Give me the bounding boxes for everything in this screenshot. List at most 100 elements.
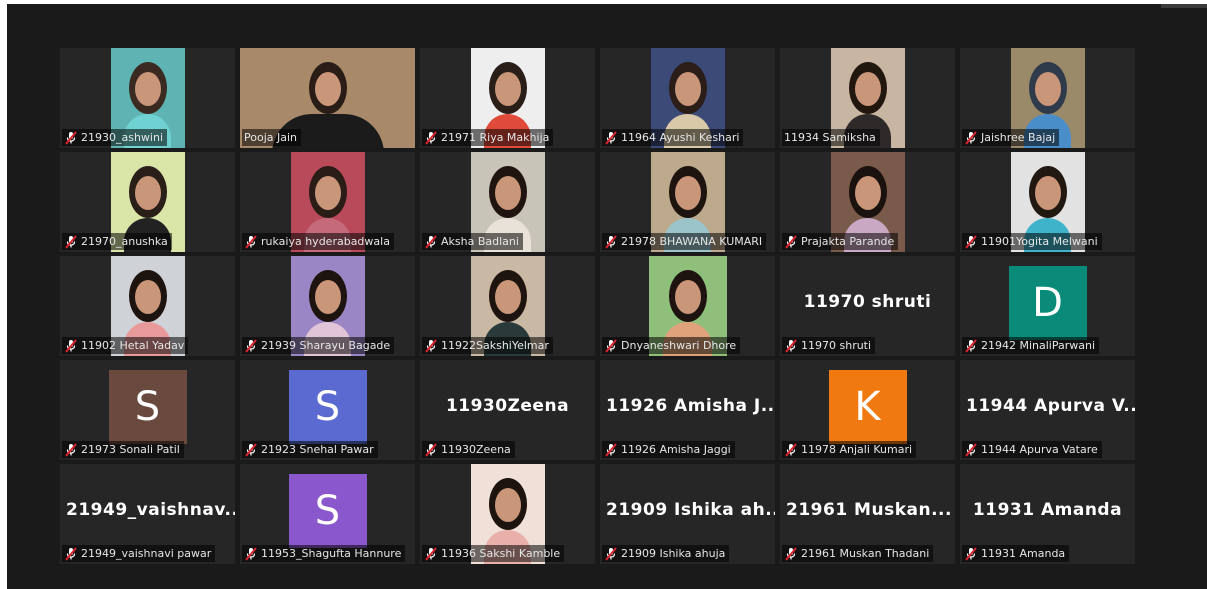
participant-name-text: 11953_Shagufta Hannure — [261, 547, 402, 560]
participant-tile[interactable]: Prajakta Parande — [780, 152, 955, 252]
participant-tile[interactable]: 11936 Sakshi Kamble — [420, 464, 595, 564]
muted-mic-icon — [785, 546, 797, 561]
participant-tile[interactable]: K 11978 Anjali Kumari — [780, 360, 955, 460]
participant-display-name: 11970 shruti — [803, 292, 932, 312]
avatar-initial: D — [1008, 266, 1087, 340]
participant-tile[interactable]: 21970_anushka — [60, 152, 235, 252]
participant-name-label: 11944 Apurva Vatare — [962, 441, 1102, 458]
muted-mic-icon — [965, 234, 977, 249]
participant-name-label: 21971 Riya Makhija — [422, 129, 554, 146]
participant-name-text: Pooja Jain — [244, 131, 298, 144]
participant-tile[interactable]: 11922SakshiYelmar — [420, 256, 595, 356]
participant-name-text: 11934 Samiksha — [784, 131, 876, 144]
participant-tile[interactable]: 11930Zeena 11930Zeena — [420, 360, 595, 460]
participant-tile[interactable]: 21909 Ishika ah... 21909 Ishika ahuja — [600, 464, 775, 564]
participant-tile[interactable]: rukaiya hyderabadwala — [240, 152, 415, 252]
muted-mic-icon — [425, 338, 437, 353]
participant-tile[interactable]: 11944 Apurva V... 11944 Apurva Vatare — [960, 360, 1135, 460]
muted-mic-icon — [785, 338, 797, 353]
gallery-view-grid: 21930_ashwini Pooja Jain 21971 Riya Makhij… — [60, 48, 1135, 564]
participant-tile[interactable]: 21930_ashwini — [60, 48, 235, 148]
muted-mic-icon — [965, 546, 977, 561]
participant-name-label: Aksha Badlani — [422, 233, 523, 250]
participant-tile[interactable]: 11901Yogita Melwani — [960, 152, 1135, 252]
participant-tile[interactable]: 21939 Sharayu Bagade — [240, 256, 415, 356]
muted-mic-icon — [425, 130, 437, 145]
participant-name-label: 11930Zeena — [422, 441, 515, 458]
participant-tile[interactable]: 11934 Samiksha — [780, 48, 955, 148]
participant-tile[interactable]: 21971 Riya Makhija — [420, 48, 595, 148]
participant-tile[interactable]: D 21942 MinaliParwani — [960, 256, 1135, 356]
participant-name-label: 11902 Hetal Yadav — [62, 337, 189, 354]
participant-display-name: 21961 Muskan... — [786, 500, 952, 520]
participant-name-label: 11922SakshiYelmar — [422, 337, 553, 354]
participant-name-text: 21973 Sonali Patil — [81, 443, 180, 456]
participant-tile[interactable]: 11902 Hetal Yadav — [60, 256, 235, 356]
muted-mic-icon — [965, 338, 977, 353]
avatar-initial: S — [288, 474, 367, 548]
participant-name-text: Dnyaneshwari Dhore — [621, 339, 737, 352]
muted-mic-icon — [605, 546, 617, 561]
participant-name-text: 21923 Snehal Pawar — [261, 443, 374, 456]
participant-name-label: 11936 Sakshi Kamble — [422, 545, 565, 562]
muted-mic-icon — [245, 234, 257, 249]
participant-tile[interactable]: Jaishree Bajaj — [960, 48, 1135, 148]
participant-name-label: 11934 Samiksha — [782, 129, 880, 146]
participant-name-text: 21939 Sharayu Bagade — [261, 339, 391, 352]
participant-tile[interactable]: Dnyaneshwari Dhore — [600, 256, 775, 356]
participant-name-text: 11936 Sakshi Kamble — [441, 547, 561, 560]
participant-name-text: 11964 Ayushi Keshari — [621, 131, 740, 144]
participant-display-name: 21949_vaishnav... — [66, 500, 235, 520]
participant-tile[interactable]: 11964 Ayushi Keshari — [600, 48, 775, 148]
participant-name-label: 21961 Muskan Thadani — [782, 545, 934, 562]
muted-mic-icon — [425, 234, 437, 249]
muted-mic-icon — [785, 442, 797, 457]
participant-tile[interactable]: 11970 shruti 11970 shruti — [780, 256, 955, 356]
participant-name-label: 21942 MinaliParwani — [962, 337, 1100, 354]
participant-tile[interactable]: S 21923 Snehal Pawar — [240, 360, 415, 460]
avatar-initial: S — [108, 370, 187, 444]
muted-mic-icon — [65, 234, 77, 249]
muted-mic-icon — [965, 130, 977, 145]
participant-name-label: 11953_Shagufta Hannure — [242, 545, 406, 562]
participant-name-label: Pooja Jain — [242, 129, 302, 146]
participant-name-text: 21930_ashwini — [81, 131, 164, 144]
participant-tile[interactable]: Pooja Jain — [240, 48, 415, 148]
participant-name-label: 21930_ashwini — [62, 129, 168, 146]
participant-name-text: 21971 Riya Makhija — [441, 131, 550, 144]
participant-name-text: 11926 Amisha Jaggi — [621, 443, 731, 456]
window-corner-strip — [1161, 4, 1207, 8]
participant-name-text: 11931 Amanda — [981, 547, 1066, 560]
participant-name-text: 11902 Hetal Yadav — [81, 339, 185, 352]
participant-name-label: 11901Yogita Melwani — [962, 233, 1102, 250]
participant-name-text: 21909 Ishika ahuja — [621, 547, 726, 560]
participant-display-name: 11931 Amanda — [972, 500, 1123, 520]
muted-mic-icon — [425, 442, 437, 457]
avatar-initial: K — [828, 370, 907, 444]
participant-tile[interactable]: 11931 Amanda 11931 Amanda — [960, 464, 1135, 564]
participant-tile[interactable]: 21949_vaishnav... 21949_vaishnavi pawar — [60, 464, 235, 564]
participant-name-label: 11931 Amanda — [962, 545, 1070, 562]
participant-name-label: Jaishree Bajaj — [962, 129, 1060, 146]
participant-tile[interactable]: S 21973 Sonali Patil — [60, 360, 235, 460]
participant-tile[interactable]: 21961 Muskan... 21961 Muskan Thadani — [780, 464, 955, 564]
participant-tile[interactable]: Aksha Badlani — [420, 152, 595, 252]
participant-name-label: 11926 Amisha Jaggi — [602, 441, 735, 458]
participant-name-label: Dnyaneshwari Dhore — [602, 337, 741, 354]
muted-mic-icon — [605, 130, 617, 145]
participant-name-text: 11901Yogita Melwani — [981, 235, 1098, 248]
participant-name-label: rukaiya hyderabadwala — [242, 233, 394, 250]
muted-mic-icon — [245, 338, 257, 353]
participant-tile[interactable]: S 11953_Shagufta Hannure — [240, 464, 415, 564]
participant-display-name: 11926 Amisha J... — [606, 396, 775, 416]
participant-tile[interactable]: 21978 BHAWANA KUMARI — [600, 152, 775, 252]
participant-name-text: rukaiya hyderabadwala — [261, 235, 390, 248]
participant-display-name: 11930Zeena — [445, 396, 570, 416]
muted-mic-icon — [965, 442, 977, 457]
participant-name-label: 11978 Anjali Kumari — [782, 441, 917, 458]
participant-tile[interactable]: 11926 Amisha J... 11926 Amisha Jaggi — [600, 360, 775, 460]
participant-name-label: 11964 Ayushi Keshari — [602, 129, 744, 146]
participant-name-label: Prajakta Parande — [782, 233, 899, 250]
muted-mic-icon — [65, 338, 77, 353]
meeting-window: 21930_ashwini Pooja Jain 21971 Riya Makhij… — [7, 4, 1207, 589]
